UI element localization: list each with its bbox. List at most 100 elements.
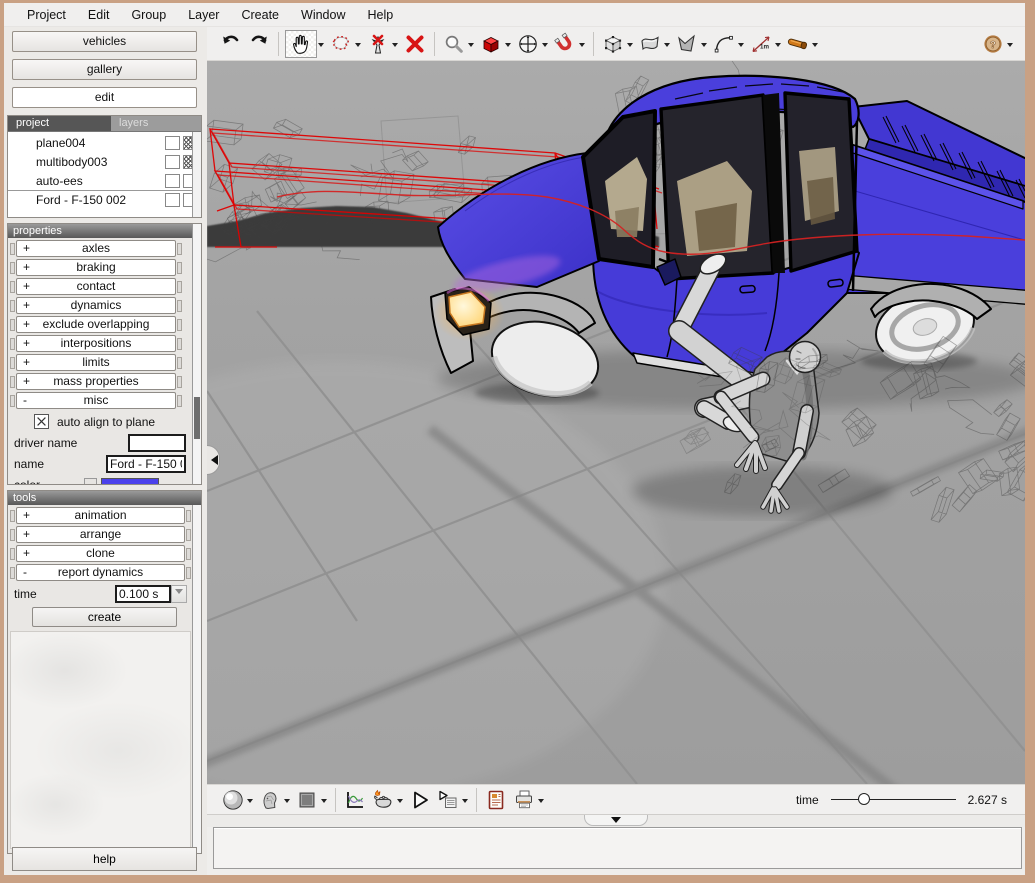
menu-create[interactable]: Create: [230, 4, 290, 26]
item-checkbox-1[interactable]: [165, 173, 180, 188]
chevron-down-icon[interactable]: [812, 43, 818, 50]
chevron-down-icon[interactable]: [462, 799, 468, 806]
chevron-down-icon[interactable]: [505, 43, 511, 50]
section-misc[interactable]: - misc: [16, 392, 176, 409]
chevron-down-icon[interactable]: [1007, 43, 1013, 50]
edit-button[interactable]: edit: [12, 87, 197, 108]
chevron-down-icon[interactable]: [538, 799, 544, 806]
polygon-button[interactable]: [674, 31, 700, 57]
create-button[interactable]: create: [32, 607, 177, 627]
pan-tool-button[interactable]: [285, 29, 317, 58]
tab-layers[interactable]: layers: [111, 116, 156, 131]
chevron-down-icon[interactable]: [355, 43, 361, 50]
time-dropdown-button[interactable]: [171, 584, 187, 603]
color-swatch[interactable]: [101, 477, 159, 484]
menu-layer[interactable]: Layer: [177, 4, 230, 26]
menu-help[interactable]: Help: [356, 4, 404, 26]
deselect-button[interactable]: [365, 31, 391, 57]
list-item[interactable]: Ford - F-150 002: [8, 190, 201, 209]
solid-box-button[interactable]: [478, 31, 504, 57]
move-tool-button[interactable]: [515, 31, 541, 57]
chevron-down-icon[interactable]: [247, 799, 253, 806]
slider-handle[interactable]: [858, 793, 871, 805]
section-dynamics[interactable]: + dynamics: [16, 297, 176, 314]
delete-button[interactable]: [402, 31, 428, 57]
name-input[interactable]: [106, 454, 186, 473]
help-tool-button[interactable]: ?: [980, 31, 1006, 57]
section-contact[interactable]: + contact: [16, 278, 176, 295]
item-checkbox-1[interactable]: [165, 154, 180, 169]
undo-button[interactable]: [218, 31, 244, 57]
sculpt-tool-button[interactable]: [785, 31, 811, 57]
magnet-tool-button[interactable]: [552, 31, 578, 57]
chevron-down-icon[interactable]: [579, 43, 585, 50]
item-checkbox-1[interactable]: [165, 193, 180, 207]
chevron-down-icon[interactable]: [321, 799, 327, 806]
slider-track[interactable]: [830, 799, 956, 800]
section-braking[interactable]: + braking: [16, 259, 176, 276]
arc-button[interactable]: [711, 31, 737, 57]
menu-project[interactable]: Project: [16, 4, 77, 26]
time-input[interactable]: [115, 584, 171, 603]
zoom-tool-button[interactable]: [441, 31, 467, 57]
list-item[interactable]: auto-ees: [8, 171, 201, 190]
gallery-button[interactable]: gallery: [12, 59, 197, 80]
section-clone[interactable]: + clone: [16, 545, 185, 562]
item-checkbox-1[interactable]: [165, 135, 180, 150]
list-scrollbar[interactable]: [192, 132, 201, 217]
vertex-box-button[interactable]: [600, 31, 626, 57]
viewport-3d[interactable]: [7, 52, 1035, 883]
chevron-down-icon[interactable]: [284, 799, 290, 806]
chevron-down-icon[interactable]: [627, 43, 633, 50]
play-report-button[interactable]: [435, 787, 461, 813]
render-flat-button[interactable]: [294, 787, 320, 813]
tools-scrollbar[interactable]: [192, 505, 201, 853]
render-teapot-button[interactable]: [370, 787, 396, 813]
chevron-down-icon[interactable]: [468, 43, 474, 50]
print-button[interactable]: [511, 787, 537, 813]
lasso-select-button[interactable]: [328, 31, 354, 57]
chevron-down-icon[interactable]: [397, 799, 403, 806]
driver-name-input[interactable]: [128, 433, 186, 452]
scrollbar-thumb[interactable]: [194, 397, 200, 439]
chevron-down-icon[interactable]: [392, 43, 398, 50]
section-exclude-overlapping[interactable]: + exclude overlapping: [16, 316, 176, 333]
chevron-down-icon[interactable]: [664, 43, 670, 50]
row-handle: [177, 261, 182, 274]
chevron-down-icon[interactable]: [318, 43, 324, 50]
plot-button[interactable]: [342, 787, 368, 813]
section-arrange[interactable]: + arrange: [16, 526, 185, 543]
section-animation[interactable]: + animation: [16, 507, 185, 524]
chevron-down-icon[interactable]: [542, 43, 548, 50]
measure-button[interactable]: 1m: [748, 31, 774, 57]
vehicles-button[interactable]: vehicles: [12, 31, 197, 52]
menu-group[interactable]: Group: [120, 4, 177, 26]
list-item[interactable]: plane004: [8, 133, 201, 152]
panel-splitter[interactable]: [207, 814, 1025, 827]
list-item[interactable]: multibody003: [8, 152, 201, 171]
section-mass-properties[interactable]: + mass properties: [16, 373, 176, 390]
menu-window[interactable]: Window: [290, 4, 356, 26]
play-button[interactable]: [407, 787, 433, 813]
chevron-down-icon[interactable]: [701, 43, 707, 50]
section-interpositions[interactable]: + interpositions: [16, 335, 176, 352]
color-alt-box[interactable]: [84, 478, 97, 484]
chevron-down-icon[interactable]: [738, 43, 744, 50]
chevron-down-icon[interactable]: [775, 43, 781, 50]
time-slider[interactable]: [830, 793, 956, 806]
section-report-dynamics[interactable]: - report dynamics: [16, 564, 185, 581]
splitter-collapse-tab[interactable]: [584, 815, 648, 826]
viewport-canvas[interactable]: [7, 52, 1035, 883]
report-document-button[interactable]: [483, 787, 509, 813]
help-button[interactable]: help: [12, 847, 197, 871]
render-head-button[interactable]: [257, 787, 283, 813]
render-sphere-button[interactable]: [220, 787, 246, 813]
section-axles[interactable]: + axles: [16, 240, 176, 257]
auto-align-checkbox[interactable]: [34, 414, 49, 429]
menu-edit[interactable]: Edit: [77, 4, 121, 26]
properties-scrollbar[interactable]: [192, 224, 201, 484]
section-limits[interactable]: + limits: [16, 354, 176, 371]
tab-project[interactable]: project: [8, 116, 111, 131]
surface-button[interactable]: [637, 31, 663, 57]
redo-button[interactable]: [246, 31, 272, 57]
